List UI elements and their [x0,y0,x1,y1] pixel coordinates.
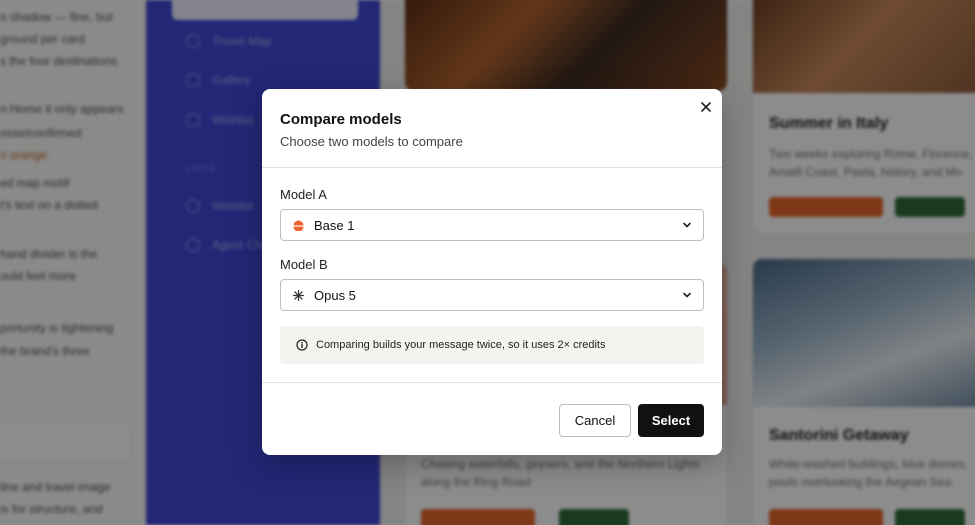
credits-notice: Comparing builds your message twice, so … [280,326,704,364]
sparkle-icon [293,289,304,301]
model-b-select[interactable]: Opus 5 [280,279,704,311]
model-b-label: Model B [280,257,328,272]
model-a-select[interactable]: Base 1 [280,209,704,241]
header-divider [262,167,722,168]
model-a-value: Base 1 [314,217,355,233]
footer-divider [262,382,722,383]
cancel-button[interactable]: Cancel [559,404,631,437]
orange-dot-icon [293,220,304,231]
dialog-subtitle: Choose two models to compare [280,134,463,149]
credits-notice-text: Comparing builds your message twice, so … [316,339,606,351]
info-icon [296,339,308,351]
compare-models-dialog: Compare models Choose two models to comp… [262,89,722,455]
close-button[interactable] [696,97,716,117]
dialog-title: Compare models [280,111,402,128]
model-b-value: Opus 5 [314,287,356,303]
chevron-down-icon [683,222,691,228]
close-icon [701,102,711,112]
model-a-label: Model A [280,187,327,202]
select-button[interactable]: Select [638,404,704,437]
chevron-down-icon [683,292,691,298]
